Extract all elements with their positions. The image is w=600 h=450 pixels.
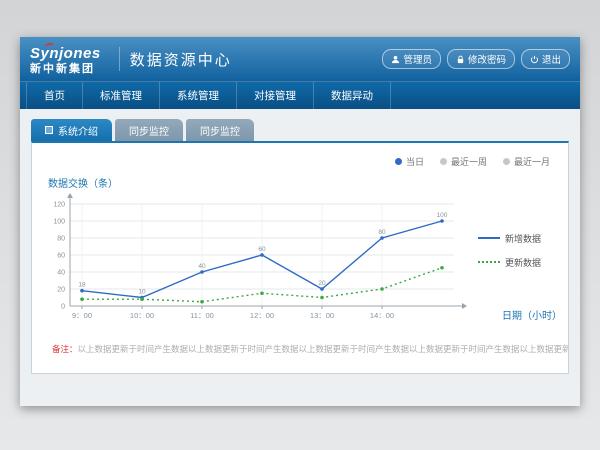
svg-text:11：00: 11：00 bbox=[190, 311, 214, 320]
tab-square-icon bbox=[45, 126, 53, 134]
svg-text:40: 40 bbox=[57, 270, 65, 277]
filter-last-week[interactable]: 最近一周 bbox=[440, 155, 487, 168]
svg-text:80: 80 bbox=[57, 236, 65, 243]
app-window: Synjones 新中新集团 数据资源中心 管理员 bbox=[20, 37, 580, 406]
tab-system-intro-label: 系统介绍 bbox=[58, 123, 98, 138]
change-password-button[interactable]: 修改密码 bbox=[447, 49, 515, 69]
svg-text:60: 60 bbox=[57, 253, 65, 260]
solid-line-icon bbox=[478, 237, 500, 239]
svg-text:10：00: 10：00 bbox=[130, 311, 154, 320]
brand-logo-text: Synjones bbox=[30, 46, 101, 61]
nav-item-standard-mgmt[interactable]: 标准管理 bbox=[83, 82, 160, 109]
user-button[interactable]: 管理员 bbox=[382, 49, 441, 69]
radio-dot-selected-icon bbox=[395, 158, 402, 165]
svg-text:20: 20 bbox=[318, 280, 326, 287]
tab-sync-monitor-2[interactable]: 同步监控 bbox=[186, 119, 254, 141]
footnote-text: 以上数据更新于时间产生数据以上数据更新于时间产生数据以上数据更新于时间产生数据以… bbox=[78, 344, 568, 354]
header-bar: Synjones 新中新集团 数据资源中心 管理员 bbox=[20, 37, 580, 81]
nav-item-data-change[interactable]: 数据异动 bbox=[314, 82, 391, 109]
tab-system-intro[interactable]: 系统介绍 bbox=[31, 119, 112, 141]
nav-item-interface-mgmt[interactable]: 对接管理 bbox=[237, 82, 314, 109]
svg-text:80: 80 bbox=[378, 229, 386, 236]
svg-text:13：00: 13：00 bbox=[310, 311, 334, 320]
legend-item-new-data[interactable]: 新增数据 bbox=[478, 232, 541, 245]
svg-text:120: 120 bbox=[53, 202, 65, 209]
svg-text:12：00: 12：00 bbox=[250, 311, 274, 320]
line-chart: 0 20 40 60 80 100 120 9：00 10：00 11：00 12：00 13：00 1… bbox=[36, 192, 476, 342]
tab-sync-monitor-1-label: 同步监控 bbox=[129, 123, 169, 138]
user-button-label: 管理员 bbox=[403, 52, 432, 66]
svg-text:100: 100 bbox=[437, 212, 448, 219]
svg-text:20: 20 bbox=[57, 287, 65, 294]
svg-text:0: 0 bbox=[61, 304, 65, 311]
change-password-label: 修改密码 bbox=[468, 52, 506, 66]
svg-text:14：00: 14：00 bbox=[370, 311, 394, 320]
brand-logo: Synjones 新中新集团 bbox=[30, 44, 101, 75]
tab-sync-monitor-2-label: 同步监控 bbox=[200, 123, 240, 138]
logout-button[interactable]: 退出 bbox=[521, 49, 570, 69]
user-icon bbox=[391, 55, 400, 64]
header-divider bbox=[119, 47, 120, 71]
app-title: 数据资源中心 bbox=[130, 49, 232, 70]
period-filters: 当日 最近一周 最近一月 bbox=[395, 155, 550, 168]
svg-text:100: 100 bbox=[53, 219, 65, 226]
filter-last-month[interactable]: 最近一月 bbox=[503, 155, 550, 168]
tab-bar: 系统介绍 同步监控 同步监控 bbox=[31, 119, 569, 141]
dotted-line-icon bbox=[478, 261, 500, 263]
footnote-label: 备注： bbox=[52, 344, 78, 354]
filter-today[interactable]: 当日 bbox=[395, 155, 424, 168]
header-actions: 管理员 修改密码 退出 bbox=[382, 49, 570, 69]
x-axis-title: 日期（小时） bbox=[502, 307, 562, 322]
logout-button-label: 退出 bbox=[542, 52, 561, 66]
logout-icon bbox=[530, 55, 539, 64]
lock-icon bbox=[456, 55, 465, 64]
tab-sync-monitor-1[interactable]: 同步监控 bbox=[115, 119, 183, 141]
radio-dot-icon bbox=[503, 158, 510, 165]
nav-item-home[interactable]: 首页 bbox=[26, 82, 83, 109]
chart-row: 0 20 40 60 80 100 120 9：00 10：00 11：00 12：00 13：00 1… bbox=[32, 192, 568, 342]
filter-last-week-label: 最近一周 bbox=[451, 155, 487, 168]
main-nav: 首页 标准管理 系统管理 对接管理 数据异动 bbox=[20, 81, 580, 109]
svg-text:60: 60 bbox=[258, 246, 266, 253]
svg-text:9：00: 9：00 bbox=[72, 311, 92, 320]
filter-last-month-label: 最近一月 bbox=[514, 155, 550, 168]
svg-text:18: 18 bbox=[78, 282, 86, 289]
nav-item-system-mgmt[interactable]: 系统管理 bbox=[160, 82, 237, 109]
legend-new-data-label: 新增数据 bbox=[505, 232, 541, 245]
content-area: 系统介绍 同步监控 同步监控 当日 最 bbox=[20, 109, 580, 406]
desktop-background: Synjones 新中新集团 数据资源中心 管理员 bbox=[0, 0, 600, 450]
footnote: 备注：以上数据更新于时间产生数据以上数据更新于时间产生数据以上数据更新于时间产生… bbox=[32, 343, 568, 355]
radio-dot-icon bbox=[440, 158, 447, 165]
chart-panel: 当日 最近一周 最近一月 数据交换（条） 0 20 40 60 80 100 120 9：00… bbox=[31, 141, 569, 374]
svg-text:40: 40 bbox=[198, 263, 206, 270]
legend-item-update-data[interactable]: 更新数据 bbox=[478, 256, 541, 269]
legend-update-data-label: 更新数据 bbox=[505, 256, 541, 269]
brand-name-cn: 新中新集团 bbox=[30, 64, 101, 75]
y-axis-title: 数据交换（条） bbox=[48, 175, 568, 190]
svg-text:10: 10 bbox=[138, 289, 146, 296]
filter-today-label: 当日 bbox=[406, 155, 424, 168]
